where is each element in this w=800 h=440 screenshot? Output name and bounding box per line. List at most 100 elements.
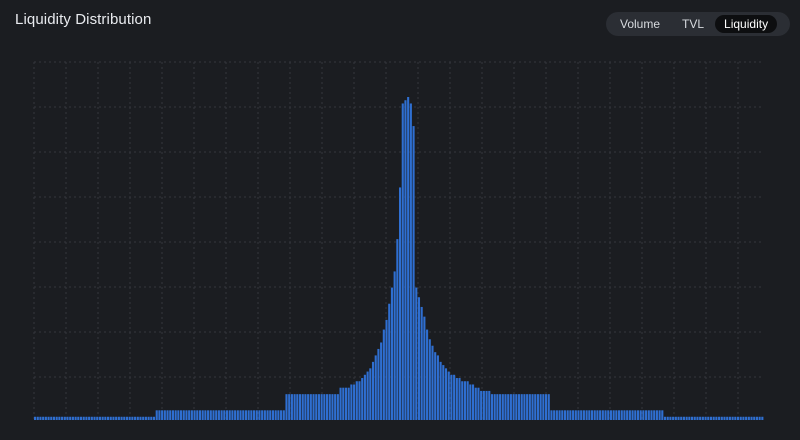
chart-bar: [463, 381, 466, 420]
chart-bar: [328, 394, 331, 420]
chart-bar: [434, 352, 437, 420]
chart-bar: [107, 416, 110, 420]
chart-bar: [728, 416, 731, 420]
chart-bar: [485, 390, 488, 420]
chart-bar: [680, 416, 683, 420]
chart-bar: [285, 394, 288, 420]
chart-bar: [177, 410, 180, 420]
chart-bar: [545, 394, 548, 420]
chart-bar: [225, 410, 229, 420]
chart-bar: [309, 394, 312, 420]
chart-bar: [542, 394, 545, 420]
chart-bar: [377, 348, 380, 420]
chart-bar: [342, 387, 345, 420]
chart-bar: [144, 416, 147, 420]
chart-bar: [242, 410, 245, 420]
chart-bar: [98, 416, 101, 420]
chart-bar: [36, 416, 39, 420]
chart-bar: [320, 394, 323, 420]
chart-bar: [682, 416, 685, 420]
chart-bar: [536, 394, 539, 420]
chart-bar: [636, 410, 640, 420]
chart-bar: [609, 410, 612, 420]
chart-bar: [209, 410, 212, 420]
chart-bar: [117, 416, 120, 420]
chart-bar: [407, 97, 410, 420]
chart-bar: [712, 416, 715, 420]
chart-bar: [750, 416, 753, 420]
chart-bar: [171, 410, 174, 420]
chart-bar: [101, 416, 104, 420]
chart-bar: [312, 394, 315, 420]
chart-bar: [672, 416, 675, 420]
chart-bar: [745, 416, 748, 420]
chart-bar: [61, 416, 64, 420]
chart-bar: [390, 287, 393, 420]
chart-bar: [369, 368, 372, 420]
chart-bar: [431, 345, 434, 420]
chart-bar: [428, 339, 431, 420]
chart-bar: [139, 416, 142, 420]
chart-bar: [747, 416, 750, 420]
chart-bar: [417, 297, 421, 420]
chart-bar: [115, 416, 118, 420]
chart-bar: [93, 416, 96, 420]
chart-bar: [271, 410, 275, 420]
chart-bar: [180, 410, 183, 420]
chart-bar: [396, 239, 399, 420]
chart-bar: [163, 410, 166, 420]
chart-bar: [642, 410, 645, 420]
chart-bar: [50, 416, 53, 420]
chart-bar: [385, 319, 388, 420]
chart-bar: [361, 378, 364, 420]
chart-bar: [336, 394, 339, 420]
chart-bar: [477, 387, 480, 420]
chart-bar: [423, 316, 426, 420]
chart-bar: [604, 410, 607, 420]
chart-bar: [415, 287, 418, 420]
chart-bar: [577, 410, 580, 420]
chart-bar: [42, 416, 45, 420]
chart-bar: [588, 410, 591, 420]
chart-bar: [344, 387, 348, 420]
chart-bar: [193, 410, 196, 420]
chart-bar: [566, 410, 569, 420]
chart-bar: [196, 410, 199, 420]
chart-bar: [599, 410, 602, 420]
chart-bar: [520, 394, 523, 420]
chart-bar: [44, 416, 47, 420]
chart-bar: [574, 410, 577, 420]
chart-bar: [715, 416, 718, 420]
chart-bar: [685, 416, 688, 420]
chart-bar: [388, 303, 391, 420]
chart-bar: [244, 410, 247, 420]
chart-bar: [618, 410, 621, 420]
chart-bar: [677, 416, 680, 420]
chart-bar: [490, 394, 494, 420]
chart-bar: [158, 410, 161, 420]
chart-bar: [363, 374, 366, 420]
chart-bar: [626, 410, 629, 420]
chart-bar: [58, 416, 61, 420]
chart-bar: [718, 416, 721, 420]
chart-bar: [282, 410, 285, 420]
chart-bar: [207, 410, 210, 420]
chart-bar: [201, 410, 204, 420]
chart-bar: [358, 381, 361, 420]
chart-bar: [707, 416, 710, 420]
chart-bar: [474, 387, 477, 420]
liquidity-chart: [33, 61, 764, 421]
chart-bar: [553, 410, 556, 420]
chart-bar: [596, 410, 599, 420]
chart-bar: [734, 416, 737, 420]
chart-bar: [71, 416, 74, 420]
chart-bar: [125, 416, 129, 420]
chart-bar: [517, 394, 521, 420]
chart-bar: [755, 416, 758, 420]
chart-bar: [453, 374, 456, 420]
chart-bar: [142, 416, 145, 420]
chart-bar: [558, 410, 561, 420]
chart-bar: [466, 381, 469, 420]
chart-bar: [355, 381, 358, 420]
chart-bar: [409, 103, 412, 421]
